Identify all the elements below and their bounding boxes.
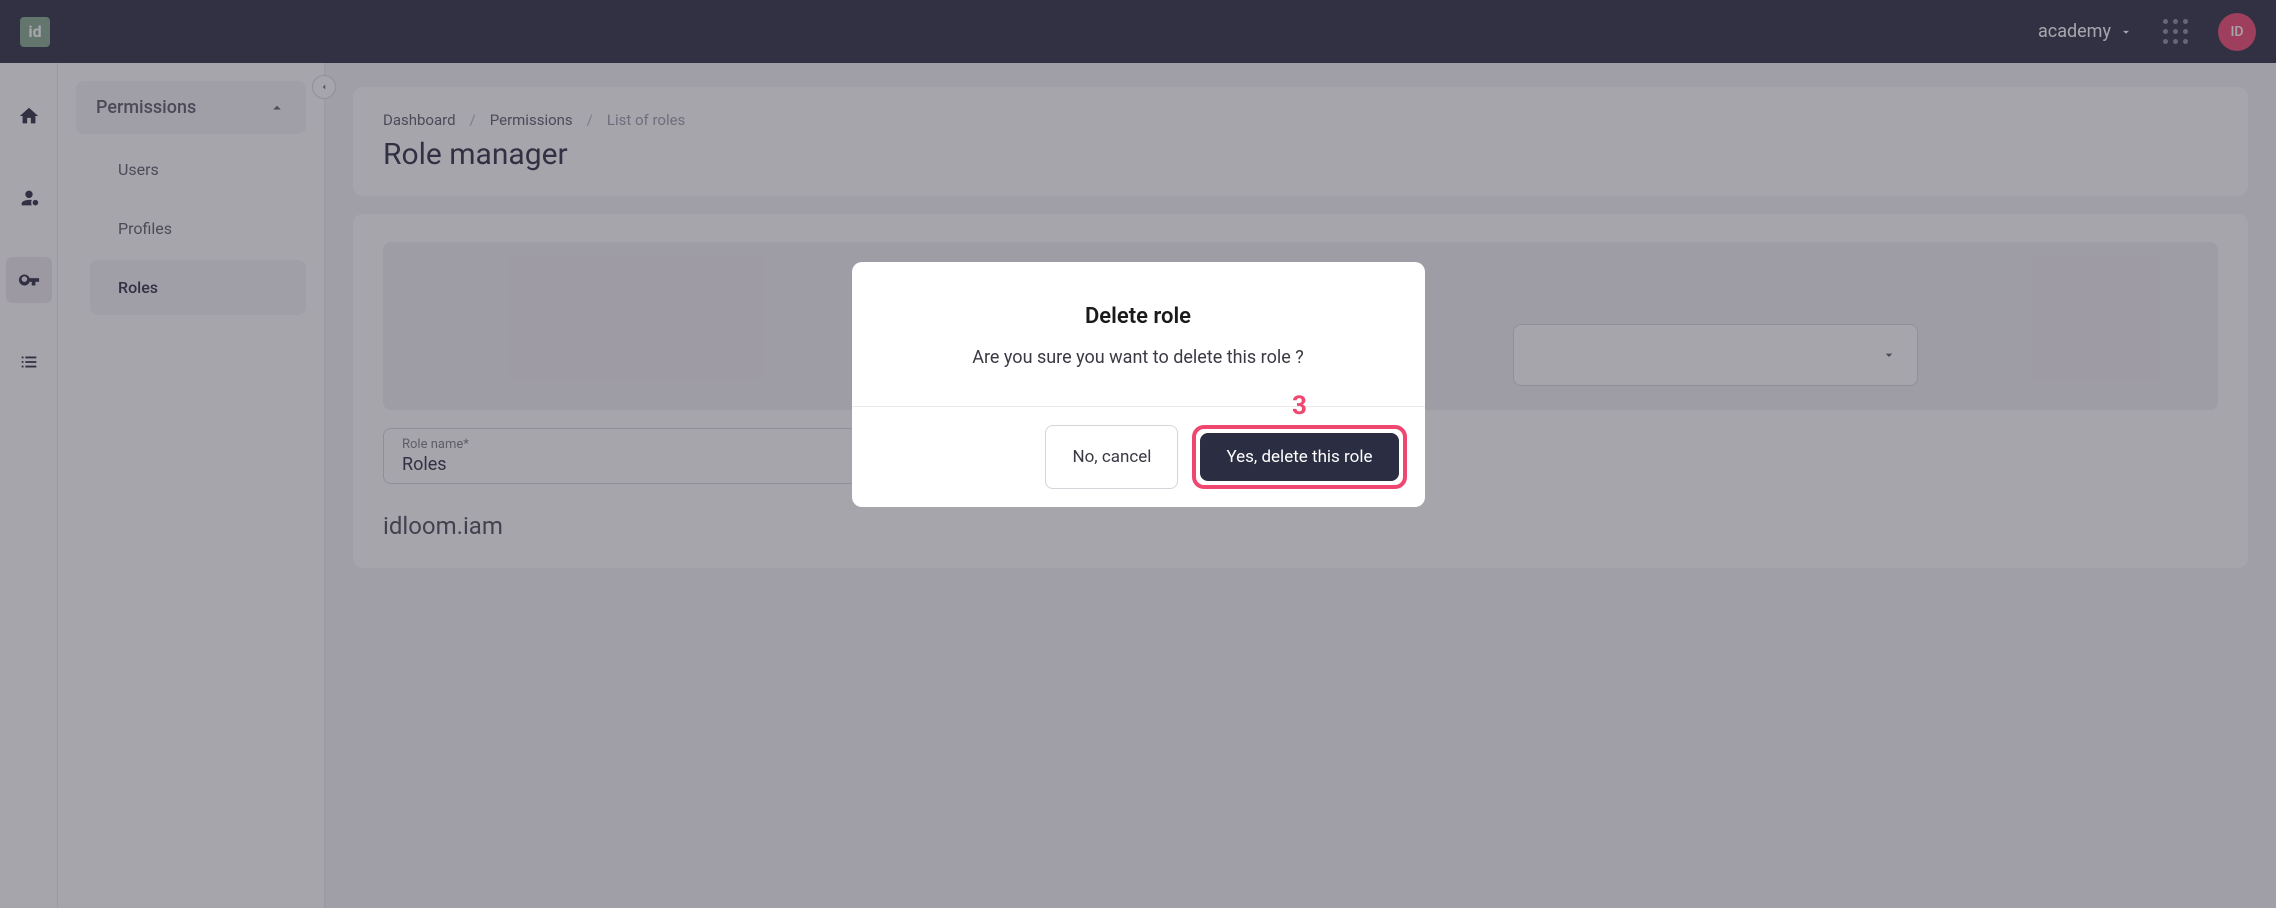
annotation-number: 3 — [1292, 391, 1307, 421]
confirm-button-highlight: 3 Yes, delete this role — [1192, 425, 1406, 489]
modal-footer: No, cancel 3 Yes, delete this role — [852, 406, 1425, 507]
cancel-button[interactable]: No, cancel — [1045, 425, 1178, 489]
confirm-delete-button[interactable]: Yes, delete this role — [1200, 433, 1398, 481]
modal-body: Delete role Are you sure you want to del… — [852, 262, 1425, 406]
delete-role-modal: Delete role Are you sure you want to del… — [852, 262, 1425, 507]
modal-text: Are you sure you want to delete this rol… — [892, 347, 1385, 368]
modal-overlay[interactable]: Delete role Are you sure you want to del… — [0, 0, 2276, 908]
modal-title: Delete role — [892, 304, 1385, 329]
